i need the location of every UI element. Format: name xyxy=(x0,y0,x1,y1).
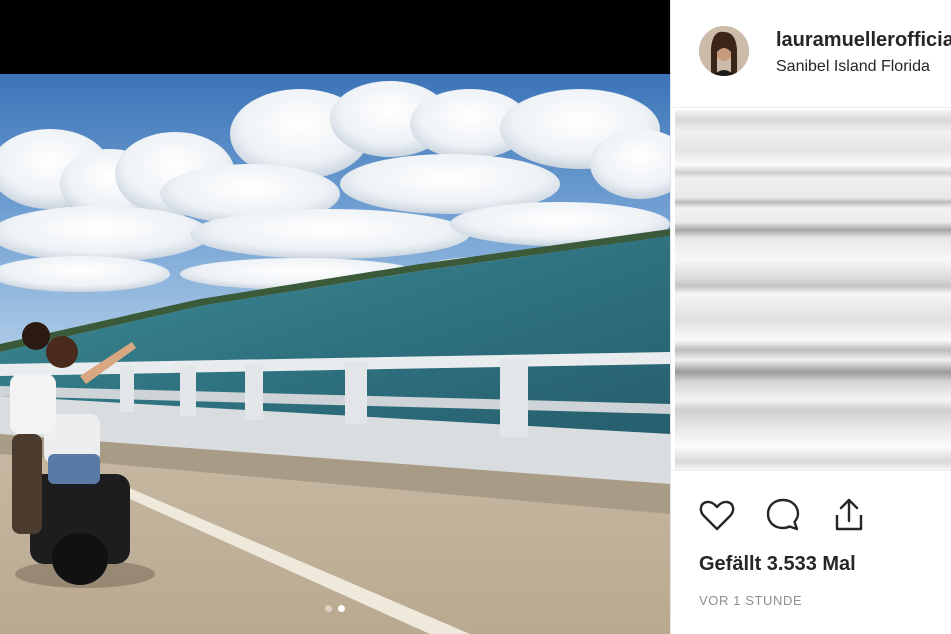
post-header: lauramuellerofficial Sanibel Island Flor… xyxy=(671,0,951,108)
likes-count[interactable]: Gefällt 3.533 Mal xyxy=(699,553,856,576)
post-media xyxy=(0,0,670,634)
post-username[interactable]: lauramuellerofficial xyxy=(776,29,951,52)
post-photo[interactable] xyxy=(0,74,670,634)
carousel-dot-2[interactable] xyxy=(338,604,345,612)
comments-area-blurred xyxy=(675,110,951,470)
avatar[interactable] xyxy=(699,26,749,76)
post-location[interactable]: Sanibel Island Florida xyxy=(776,58,930,76)
carousel-indicator xyxy=(0,600,670,616)
comment-bubble-icon[interactable] xyxy=(763,495,803,535)
carousel-dot-1[interactable] xyxy=(325,604,332,612)
post-actions: Gefällt 3.533 Mal VOR 1 STUNDE xyxy=(671,470,951,634)
post-sidebar: lauramuellerofficial Sanibel Island Flor… xyxy=(670,0,951,634)
photo-couple-motorcycle-bridge xyxy=(0,74,670,634)
heart-icon[interactable] xyxy=(697,495,737,535)
post-timestamp: VOR 1 STUNDE xyxy=(699,593,803,608)
avatar-portrait-icon xyxy=(699,26,749,76)
share-upload-icon[interactable] xyxy=(829,495,869,535)
